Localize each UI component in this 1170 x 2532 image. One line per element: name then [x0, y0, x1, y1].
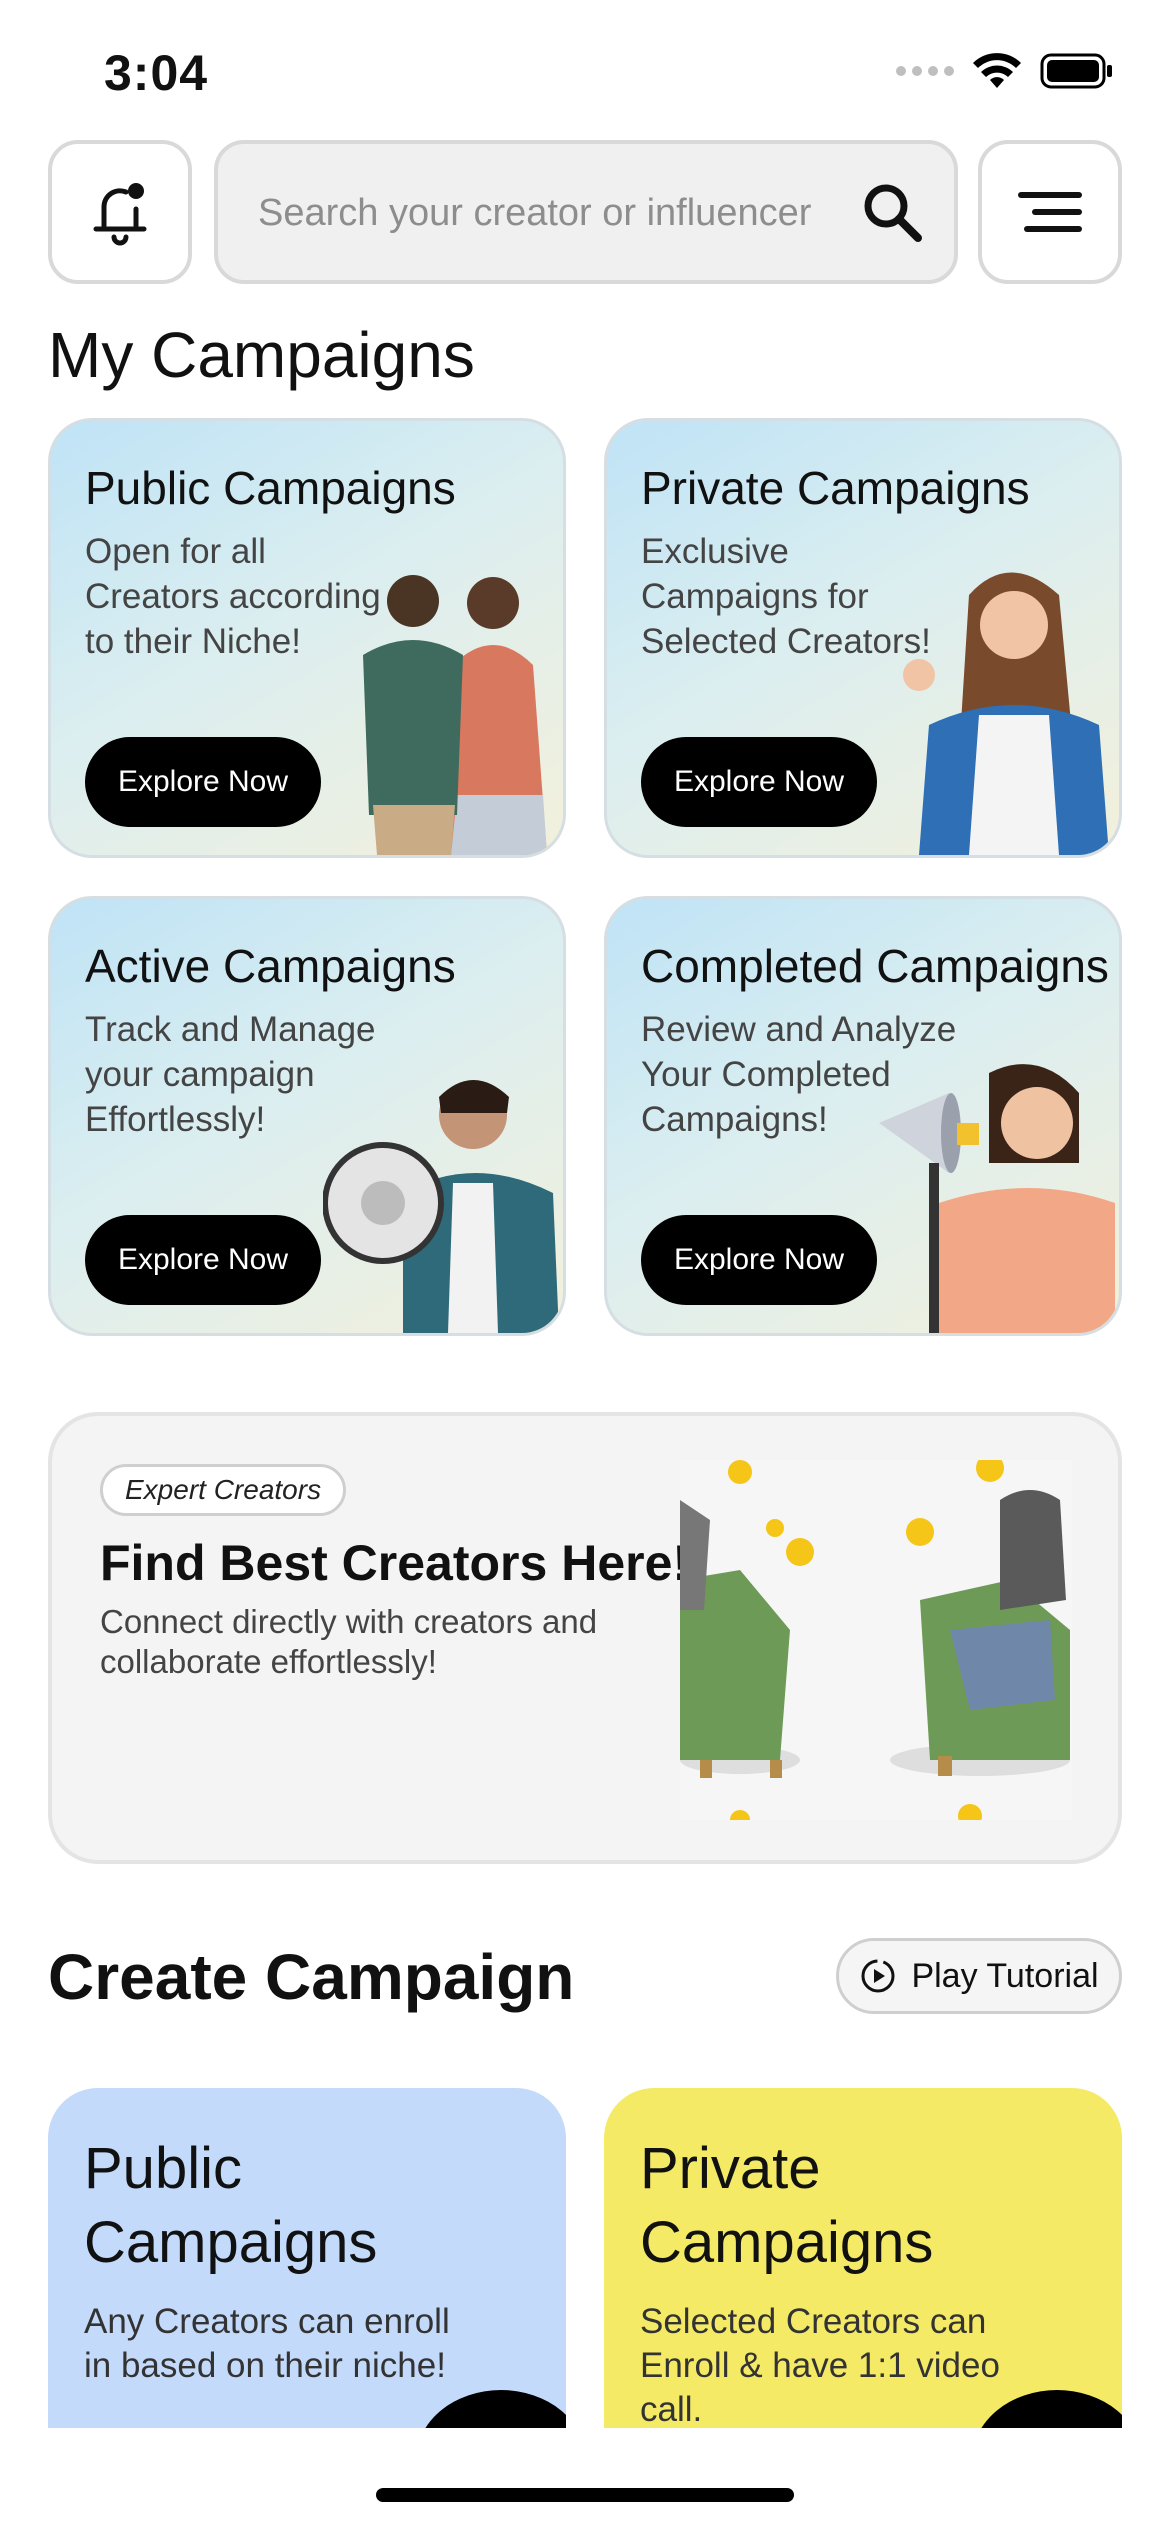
card-title: Public Campaigns — [84, 2136, 378, 2275]
search-input[interactable]: Search your creator or influencer — [214, 140, 958, 284]
private-campaigns-card[interactable]: Private Campaigns Exclusive Campaigns fo… — [604, 418, 1122, 858]
search-placeholder: Search your creator or influencer — [258, 192, 812, 234]
bell-icon — [93, 183, 147, 246]
create-private-campaign-card[interactable]: Private Campaigns Selected Creators can … — [604, 2088, 1122, 2428]
card-title: Completed Campaigns — [641, 940, 1109, 992]
public-campaigns-card[interactable]: Public Campaigns Open for all Creators a… — [48, 418, 566, 858]
expert-title: Find Best Creators Here! — [100, 1535, 690, 1591]
status-icons — [896, 52, 1114, 90]
create-public-campaign-card[interactable]: Public Campaigns Any Creators can enroll… — [48, 2088, 566, 2428]
notifications-button[interactable] — [48, 140, 192, 284]
creators-photo — [363, 575, 547, 855]
signal-icon — [896, 66, 954, 76]
card-title: Private Campaigns — [640, 2136, 934, 2275]
play-tutorial-label: Play Tutorial — [911, 1956, 1099, 1995]
status-time: 3:04 — [104, 45, 209, 101]
completed-campaigns-card[interactable]: Completed Campaigns Review and Analyze Y… — [604, 896, 1122, 1336]
explore-now-button[interactable]: Explore Now — [641, 1215, 877, 1305]
expert-creators-banner[interactable]: Expert Creators Find Best Creators Here!… — [48, 1412, 1122, 1864]
expert-tag: Expert Creators — [100, 1464, 347, 1516]
explore-now-button[interactable]: Explore Now — [85, 737, 321, 827]
creator-photo — [903, 572, 1109, 855]
explore-now-button[interactable]: Explore Now — [85, 1215, 321, 1305]
card-title: Active Campaigns — [85, 940, 456, 992]
explore-now-button[interactable]: Explore Now — [641, 737, 877, 827]
megaphone-man-photo — [323, 1080, 559, 1333]
card-decoration — [416, 2390, 566, 2428]
card-title: Private Campaigns — [641, 462, 1030, 514]
card-description: Selected Creators can Enroll & have 1:1 … — [640, 2302, 1000, 2428]
menu-button[interactable] — [978, 140, 1122, 284]
creators-on-chairs-illustration — [680, 1460, 1072, 1820]
card-title: Public Campaigns — [85, 462, 456, 514]
home-indicator[interactable] — [376, 2488, 794, 2502]
card-description: Any Creators can enroll in based on thei… — [84, 2302, 450, 2385]
play-tutorial-button[interactable]: Play Tutorial — [836, 1938, 1122, 2014]
battery-icon — [1040, 53, 1112, 89]
wifi-icon — [973, 53, 1021, 88]
megaphone-woman-photo — [879, 1064, 1115, 1333]
top-bar: Search your creator or influencer — [48, 140, 1122, 284]
expert-description: Connect directly with creators and colla… — [100, 1603, 598, 1680]
my-campaigns-title: My Campaigns — [48, 319, 475, 391]
menu-icon — [1018, 192, 1082, 232]
status-bar: 3:04 — [0, 0, 1170, 140]
active-campaigns-card[interactable]: Active Campaigns Track and Manage your c… — [48, 896, 566, 1336]
create-campaign-title: Create Campaign — [48, 1941, 575, 2013]
search-icon[interactable] — [858, 178, 928, 248]
play-circle-icon — [861, 1959, 895, 1993]
